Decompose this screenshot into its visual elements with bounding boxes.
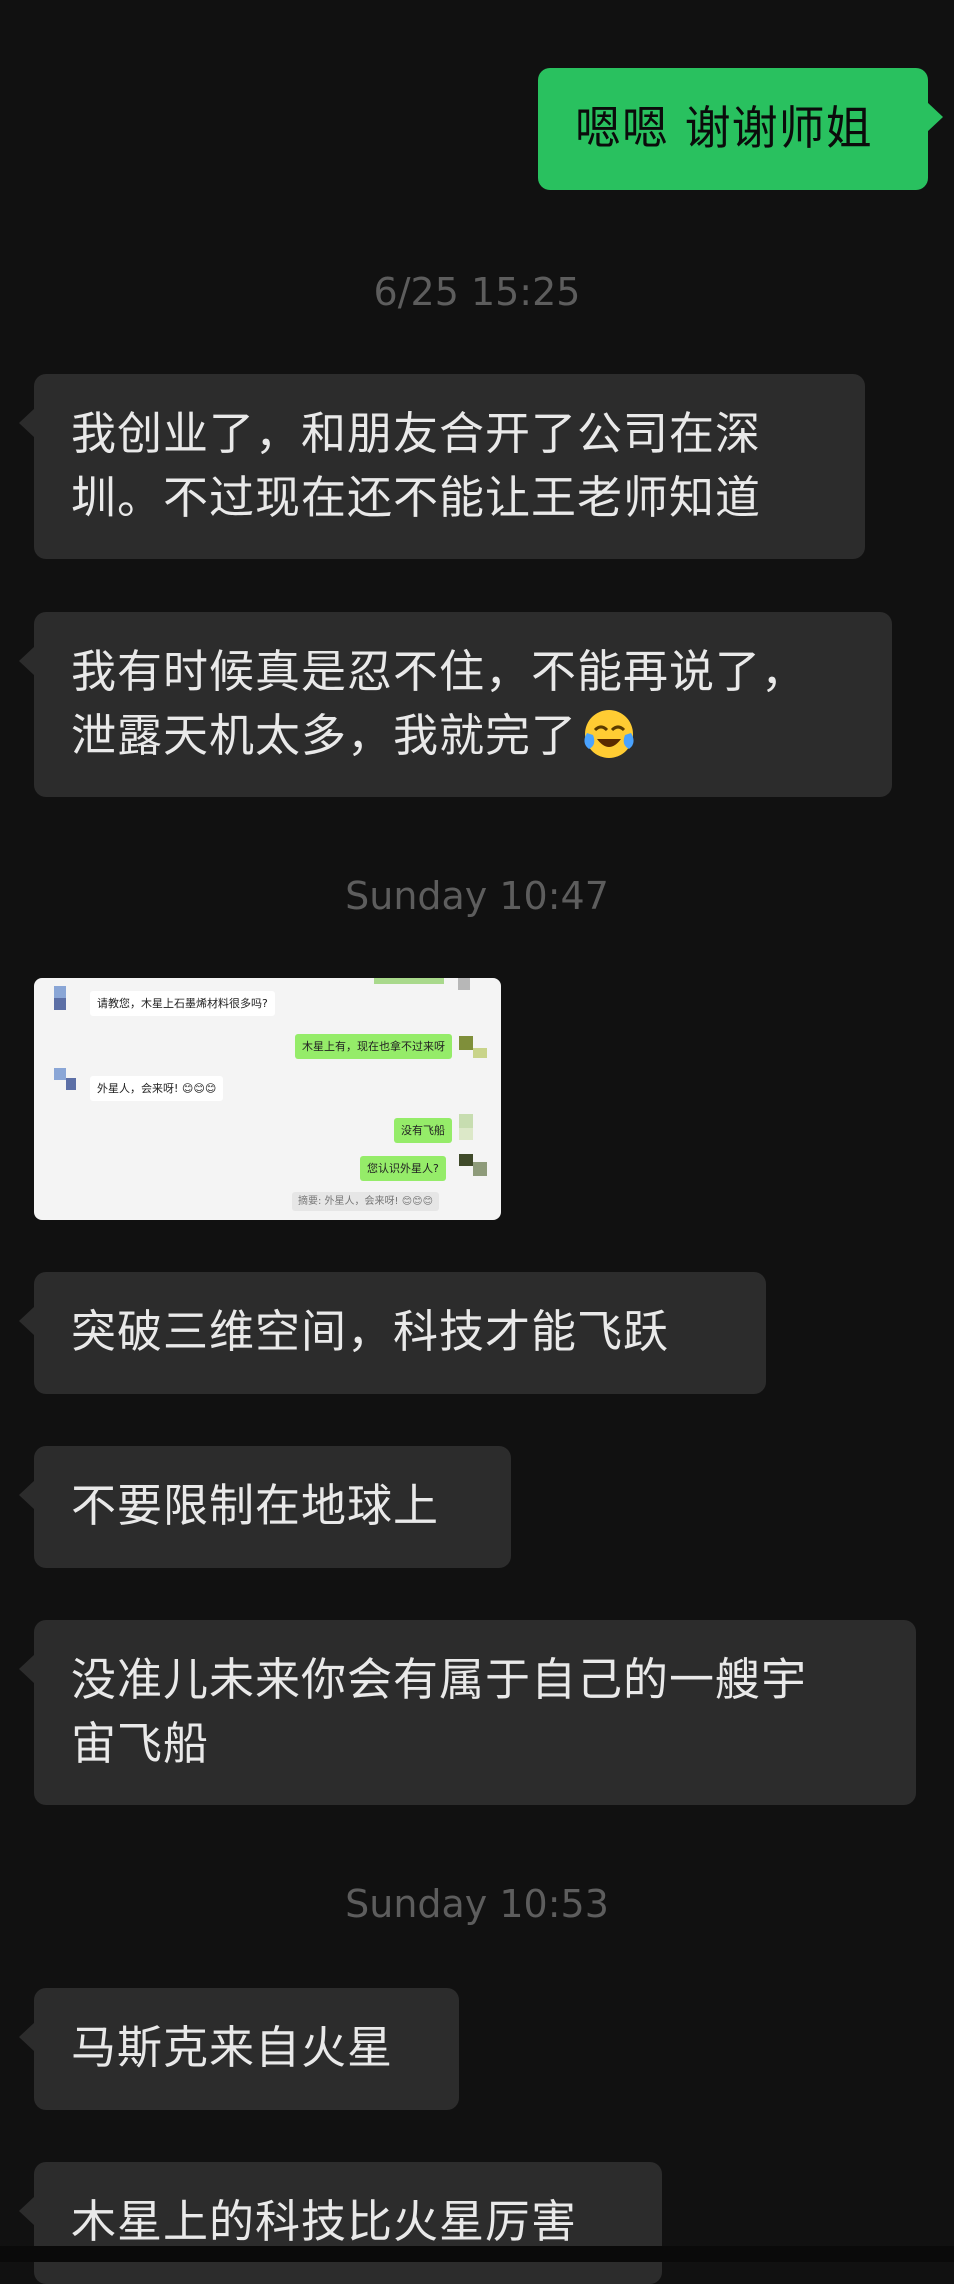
screenshot-answer: 没有飞船 — [394, 1118, 452, 1143]
message-text-line: 泄露天机太多，我就完了 — [71, 704, 855, 768]
pixelated-avatar — [458, 978, 470, 990]
screenshot-question: 外星人，会来呀! 😊😊😊 — [90, 1076, 224, 1101]
message-text-line: 我有时候真是忍不住，不能再说了， — [71, 645, 808, 698]
pixelated-avatar — [459, 1114, 473, 1128]
image-message[interactable]: 请教您，木星上石墨烯材料很多吗? 木星上有，现在也拿不过来呀 外星人，会来呀! … — [34, 978, 501, 1220]
pixelated-avatar — [54, 998, 66, 1010]
pixelated-avatar — [473, 1162, 487, 1176]
incoming-message[interactable]: 我有时候真是忍不住，不能再说了， 泄露天机太多，我就完了 — [19, 612, 892, 797]
incoming-message[interactable]: 没准儿未来你会有属于自己的一艘宇 宙飞船 — [19, 1620, 916, 1805]
timestamp: Sunday 10:53 — [345, 1882, 609, 1926]
timestamp: 6/25 15:25 — [373, 270, 581, 314]
pixelated-avatar — [459, 1128, 473, 1140]
screenshot-question: 请教您，木星上石墨烯材料很多吗? — [90, 991, 275, 1016]
incoming-message[interactable]: 马斯克来自火星 — [19, 1988, 459, 2110]
pixelated-avatar — [459, 1154, 473, 1166]
pixelated-top-bar — [374, 978, 444, 984]
pixelated-avatar — [459, 1036, 473, 1050]
incoming-message[interactable]: 我创业了，和朋友合开了公司在深 圳。不过现在还不能让王老师知道 — [19, 374, 865, 559]
message-text-line: 圳。不过现在还不能让王老师知道 — [71, 471, 762, 524]
message-text: 嗯嗯 谢谢师姐 — [575, 101, 873, 155]
screenshot-quote: 摘要: 外星人，会来呀! 😊😊😊 — [292, 1192, 440, 1211]
message-text-line: 我创业了，和朋友合开了公司在深 — [71, 407, 762, 460]
crying-laughing-emoji-icon — [584, 710, 634, 758]
outgoing-message[interactable]: 嗯嗯 谢谢师姐 — [538, 68, 943, 190]
incoming-message[interactable]: 不要限制在地球上 — [19, 1446, 511, 1568]
message-text: 马斯克来自火星 — [71, 2021, 394, 2074]
message-text: 突破三维空间，科技才能飞跃 — [71, 1305, 670, 1358]
message-text: 不要限制在地球上 — [71, 1479, 440, 1532]
pixelated-avatar — [473, 1048, 487, 1058]
message-text-line: 没准儿未来你会有属于自己的一艘宇 — [71, 1653, 808, 1706]
incoming-message[interactable]: 突破三维空间，科技才能飞跃 — [19, 1272, 766, 1394]
pixelated-avatar — [54, 986, 66, 998]
pixelated-avatar — [54, 1068, 66, 1080]
timestamp: Sunday 10:47 — [345, 874, 609, 918]
incoming-message[interactable]: 木星上的科技比火星厉害 — [19, 2162, 662, 2284]
pixelated-avatar — [66, 1078, 76, 1090]
message-text-line: 宙飞船 — [71, 1717, 210, 1770]
screenshot-answer: 木星上有，现在也拿不过来呀 — [295, 1034, 452, 1059]
message-text: 木星上的科技比火星厉害 — [71, 2195, 578, 2248]
bottom-edge — [0, 2246, 954, 2262]
screenshot-answer: 您认识外星人? — [360, 1156, 446, 1181]
